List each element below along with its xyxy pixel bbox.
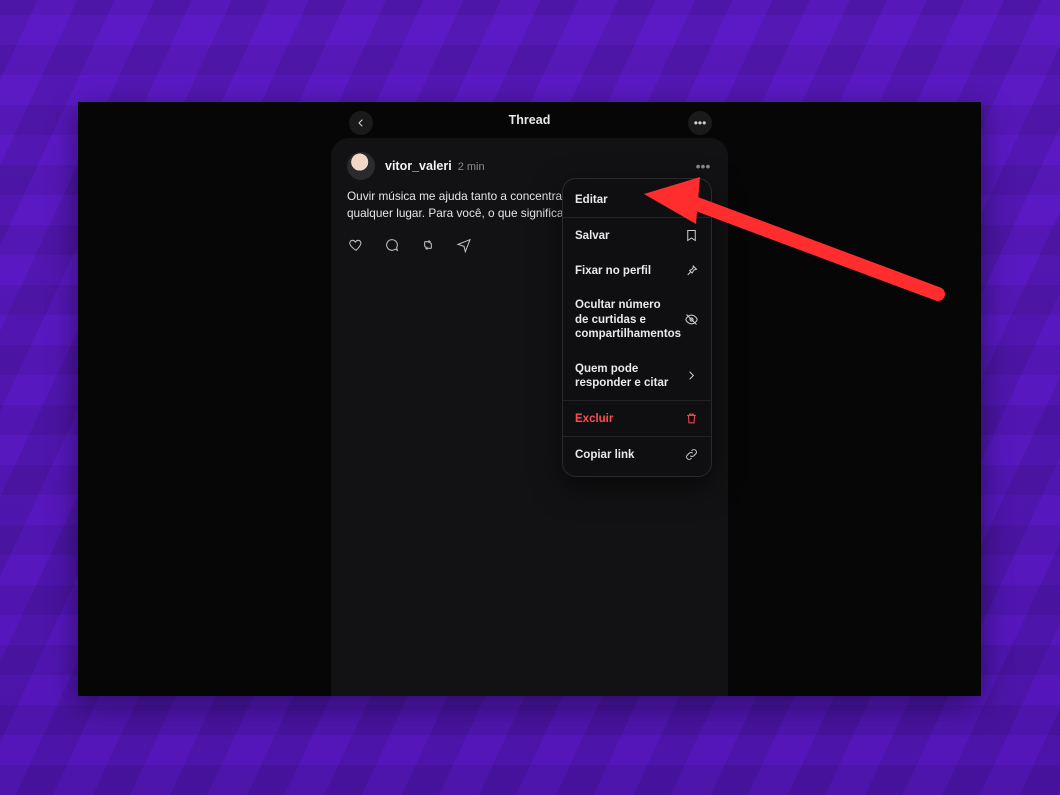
menu-item-pin[interactable]: Fixar no perfil	[563, 253, 711, 288]
thread-panel: vitor_valeri 2 min ••• Ouvir música me a…	[331, 138, 728, 696]
more-horizontal-icon: •••	[696, 158, 711, 174]
menu-item-label: Editar	[575, 193, 608, 207]
reply-button[interactable]	[383, 236, 401, 254]
menu-item-who-can-reply[interactable]: Quem pode responder e citar	[563, 352, 711, 401]
menu-item-label: Quem pode responder e citar	[575, 362, 675, 391]
like-button[interactable]	[347, 236, 365, 254]
menu-item-label: Ocultar número de curtidas e compartilha…	[575, 298, 675, 341]
eye-off-icon	[684, 312, 699, 327]
post-context-menu: Editar 1:56 Salvar Fixar no perfil Ocult…	[562, 178, 712, 477]
menu-item-copy-link[interactable]: Copiar link	[563, 436, 711, 472]
pin-icon	[684, 263, 699, 278]
topbar: Thread •••	[78, 102, 981, 136]
repost-icon	[420, 237, 436, 253]
menu-item-label: Copiar link	[575, 448, 634, 462]
post-more-button[interactable]: •••	[694, 157, 712, 175]
bookmark-icon	[684, 228, 699, 243]
edit-time-remaining: 1:56	[679, 194, 699, 206]
menu-item-delete[interactable]: Excluir	[563, 400, 711, 436]
app-window: Thread ••• vitor_valeri 2 min ••• Ouvir …	[78, 102, 981, 696]
top-more-button[interactable]: •••	[688, 111, 712, 135]
link-icon	[684, 447, 699, 462]
menu-item-label: Salvar	[575, 229, 610, 243]
repost-button[interactable]	[419, 236, 437, 254]
menu-item-label: Excluir	[575, 412, 613, 426]
trash-icon	[684, 411, 699, 426]
avatar[interactable]	[347, 152, 375, 180]
chevron-right-icon	[684, 368, 699, 383]
menu-item-hide-counts[interactable]: Ocultar número de curtidas e compartilha…	[563, 288, 711, 351]
heart-icon	[348, 237, 364, 253]
post-timestamp: 2 min	[458, 161, 485, 173]
paper-plane-icon	[456, 237, 472, 253]
menu-item-save[interactable]: Salvar	[563, 217, 711, 253]
page-title: Thread	[78, 113, 981, 127]
user-meta: vitor_valeri 2 min	[385, 159, 485, 173]
username[interactable]: vitor_valeri	[385, 159, 452, 173]
menu-item-edit[interactable]: Editar 1:56	[563, 183, 711, 217]
menu-item-label: Fixar no perfil	[575, 264, 651, 278]
share-button[interactable]	[455, 236, 473, 254]
chat-bubble-icon	[384, 237, 400, 253]
